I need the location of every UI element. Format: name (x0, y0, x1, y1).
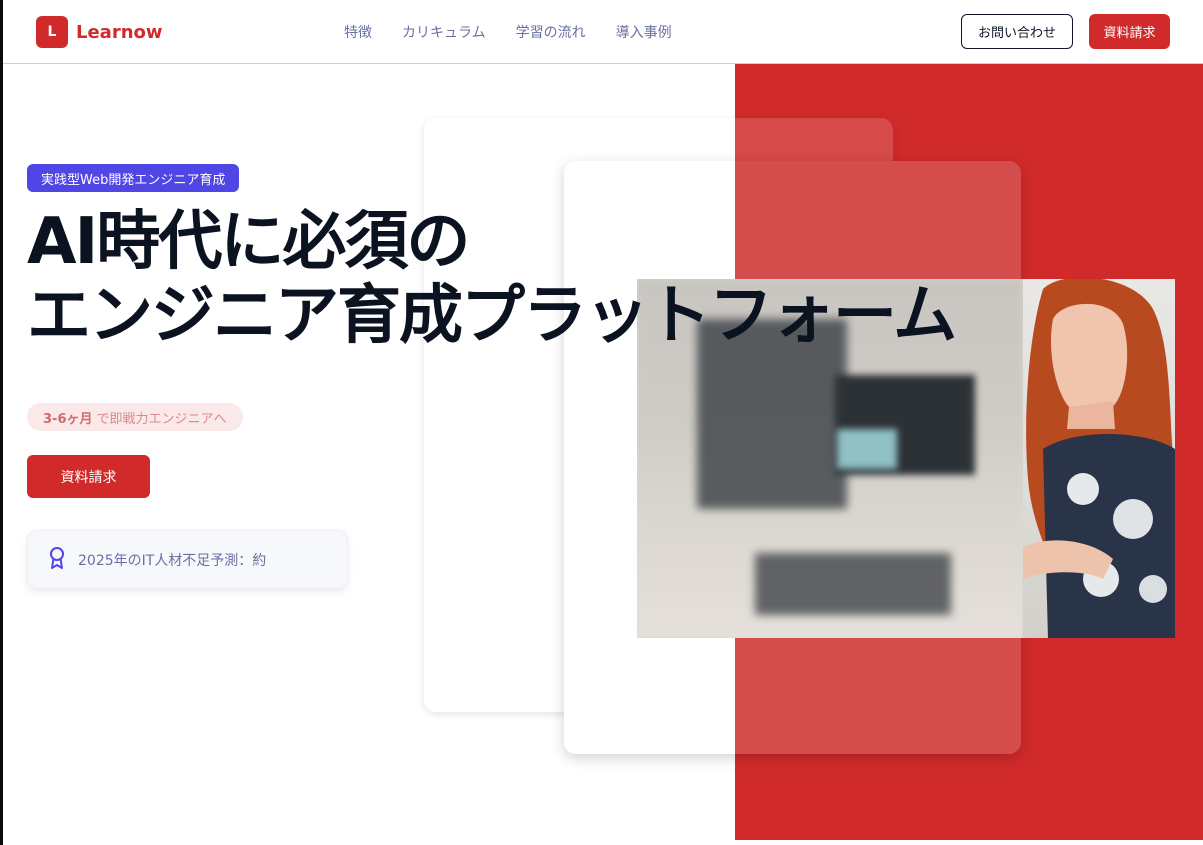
site-header: L Learnow 特徴 カリキュラム 学習の流れ 導入事例 お問い合わせ 資料… (3, 0, 1203, 64)
logo-mark: L (36, 16, 68, 48)
headline-line-2: エンジニア育成プラットフォーム (27, 279, 957, 353)
contact-button[interactable]: お問い合わせ (961, 14, 1073, 49)
stat-card: 2025年のIT人材不足予測：約 (27, 530, 348, 589)
logo[interactable]: L Learnow (36, 16, 163, 48)
nav-case-studies[interactable]: 導入事例 (616, 22, 672, 42)
nav-features[interactable]: 特徴 (344, 22, 372, 42)
award-ribbon-icon (48, 546, 66, 574)
hero-badge: 実践型Web開発エンジニア育成 (27, 164, 240, 192)
hero-request-button[interactable]: 資料請求 (27, 455, 150, 498)
main-nav: 特徴 カリキュラム 学習の流れ 導入事例 (344, 22, 672, 42)
duration-pill: 3-6ヶ月 で即戦力エンジニアへ (27, 403, 243, 431)
nav-learning-flow[interactable]: 学習の流れ (516, 22, 586, 42)
headline-line-1: AI時代に必須の (27, 205, 470, 279)
header-request-button[interactable]: 資料請求 (1089, 14, 1170, 49)
window-edge (0, 0, 3, 845)
pill-duration: 3-6ヶ月 (43, 411, 93, 427)
stat-text: 2025年のIT人材不足予測：約 (78, 552, 267, 569)
nav-curriculum[interactable]: カリキュラム (402, 22, 486, 42)
photo-person (1023, 279, 1175, 638)
hero-headline: AI時代に必須の エンジニア育成プラットフォーム (27, 205, 957, 353)
pill-text: で即戦力エンジニアへ (96, 411, 227, 427)
logo-text: Learnow (76, 21, 163, 43)
